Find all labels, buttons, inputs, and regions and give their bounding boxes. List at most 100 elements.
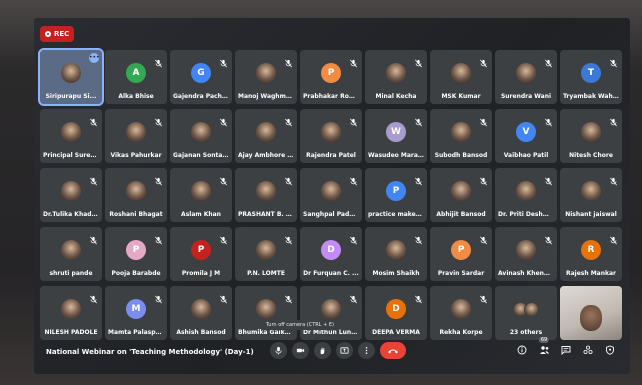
chat-button[interactable] <box>558 342 574 358</box>
avatar: G <box>191 63 211 83</box>
more-options-button[interactable] <box>358 342 375 359</box>
participant-tile[interactable]: P Pooja Barabde <box>105 227 167 281</box>
participant-tile[interactable]: Aslam Khan <box>170 168 232 222</box>
participant-tile[interactable]: Surendra Wani <box>495 50 557 104</box>
participant-tile[interactable]: Abhijit Bansod <box>430 168 492 222</box>
participant-tile[interactable]: P Promila J M <box>170 227 232 281</box>
mic-off-icon <box>414 112 423 127</box>
mic-off-icon <box>89 171 98 186</box>
participant-tile[interactable]: P.N. LOMTE <box>235 227 297 281</box>
participant-tile[interactable]: Subodh Bansod <box>430 109 492 163</box>
info-icon <box>517 345 527 355</box>
participant-tile[interactable]: Mosim Shaikh <box>365 227 427 281</box>
participant-tile[interactable]: Dr.Tulika Khades <box>40 168 102 222</box>
avatar <box>516 63 536 83</box>
participant-name: Siripurapu Si... <box>45 93 97 100</box>
participant-tile[interactable]: Ajay Ambhore ... <box>235 109 297 163</box>
mic-off-icon <box>414 53 423 68</box>
participant-tile[interactable]: Gajanan Sontape <box>170 109 232 163</box>
avatar <box>516 240 536 260</box>
participant-tile[interactable]: Nitesh Chore <box>560 109 622 163</box>
participant-tile[interactable]: W Wasudeo Mara... <box>365 109 427 163</box>
participant-tile[interactable]: G Gajendra Pachi... <box>170 50 232 104</box>
host-controls-button[interactable] <box>602 342 618 358</box>
mic-off-icon <box>479 112 488 127</box>
avatar <box>524 301 539 317</box>
participant-tile[interactable]: Rajendra Patel <box>300 109 362 163</box>
participant-name: Nitesh Chore <box>569 152 613 159</box>
record-icon <box>45 31 51 37</box>
participant-tile[interactable]: Dr Mithun Lunge <box>300 286 362 340</box>
participant-tile[interactable]: Minal Kecha <box>365 50 427 104</box>
avatar: P <box>191 240 211 260</box>
participant-name: PRASHANT B. K... <box>238 211 294 218</box>
avatar <box>191 181 211 201</box>
hang-up-icon <box>388 349 398 353</box>
participant-tile[interactable]: Roshani Bhagat <box>105 168 167 222</box>
participant-tile[interactable]: Ashish Bansod <box>170 286 232 340</box>
participant-tile[interactable]: Ppractice makes... <box>365 168 427 222</box>
participant-tile[interactable] <box>560 286 622 340</box>
meeting-details-button[interactable] <box>514 342 530 358</box>
mic-off-icon <box>284 171 293 186</box>
avatar: P <box>126 240 146 260</box>
participant-tile[interactable]: Avinash Khend... <box>495 227 557 281</box>
participant-name: Dr. Priti Deshm... <box>498 211 554 218</box>
camera-button[interactable] <box>292 342 309 359</box>
participant-tile[interactable]: shruti pande <box>40 227 102 281</box>
participant-tile[interactable]: D Dr Furquan C. ... <box>300 227 362 281</box>
participant-tile[interactable]: Dr. Priti Deshm... <box>495 168 557 222</box>
raise-hand-button[interactable] <box>314 342 331 359</box>
participant-tile[interactable]: ••• Siripurapu Si... <box>38 48 104 106</box>
participant-tile[interactable]: D DEEPA VERMA <box>365 286 427 340</box>
participant-name: Abhijit Bansod <box>436 211 486 218</box>
participant-tile[interactable]: P Prabhakar Roh... <box>300 50 362 104</box>
mic-off-icon <box>544 171 553 186</box>
participant-tile[interactable]: M Mamta Palaspa... <box>105 286 167 340</box>
participant-tile[interactable]: Rekha Korpe <box>430 286 492 340</box>
participant-name: Rajesh Mankar <box>565 270 616 277</box>
mic-off-icon <box>349 230 358 245</box>
participant-tile[interactable]: 23 others <box>495 286 557 340</box>
mic-off-icon <box>414 171 423 186</box>
mic-off-icon <box>219 230 228 245</box>
participant-name: Tryambak Wah... <box>563 93 619 100</box>
participant-tile[interactable]: Vikas Pahurkar <box>105 109 167 163</box>
participant-name: Rajendra Patel <box>306 152 356 159</box>
mic-off-icon <box>349 53 358 68</box>
avatar <box>386 240 406 260</box>
meet-window: REC ••• Siripurapu Si... A Alka Bhise G Gajen… <box>34 18 630 374</box>
participant-tile[interactable]: NILESH PADOLE <box>40 286 102 340</box>
participant-tile[interactable]: PRASHANT B. K... <box>235 168 297 222</box>
participant-tile[interactable]: T Tryambak Wah... <box>560 50 622 104</box>
participant-tile[interactable]: Sanghpal Padh... <box>300 168 362 222</box>
tile-options-icon[interactable]: ••• <box>89 53 100 63</box>
bottom-bar: National Webinar on 'Teaching Methodolog… <box>34 320 630 374</box>
participant-name: Prabhakar Roh... <box>303 93 359 100</box>
present-button[interactable] <box>336 342 353 359</box>
leave-call-button[interactable] <box>380 342 406 359</box>
participant-tile[interactable]: V Vaibhao Patil <box>495 109 557 163</box>
participant-tile[interactable]: Principal Sures... <box>40 109 102 163</box>
people-button[interactable]: 69 <box>536 337 552 358</box>
participant-tile[interactable]: A Alka Bhise <box>105 50 167 104</box>
avatar <box>61 299 81 319</box>
microphone-button[interactable] <box>270 342 287 359</box>
participant-tile[interactable]: Nishant jaiswal <box>560 168 622 222</box>
mic-off-icon <box>154 289 163 304</box>
participant-tile[interactable]: Manoj Waghma... <box>235 50 297 104</box>
activities-button[interactable] <box>580 342 596 358</box>
avatar: P <box>451 240 471 260</box>
avatar <box>386 63 406 83</box>
mic-off-icon <box>349 112 358 127</box>
participant-tile[interactable]: Bhumika Gaikw... <box>235 286 297 340</box>
participant-name: Alka Bhise <box>118 93 154 100</box>
participant-tile[interactable]: MSK Kumar <box>430 50 492 104</box>
avatar <box>321 181 341 201</box>
avatar: D <box>386 299 406 319</box>
participant-tile[interactable]: R Rajesh Mankar <box>560 227 622 281</box>
participant-name: Dr.Tulika Khades <box>43 211 99 218</box>
avatar: M <box>126 299 146 319</box>
avatar <box>256 122 276 142</box>
participant-tile[interactable]: P Pravin Sardar <box>430 227 492 281</box>
